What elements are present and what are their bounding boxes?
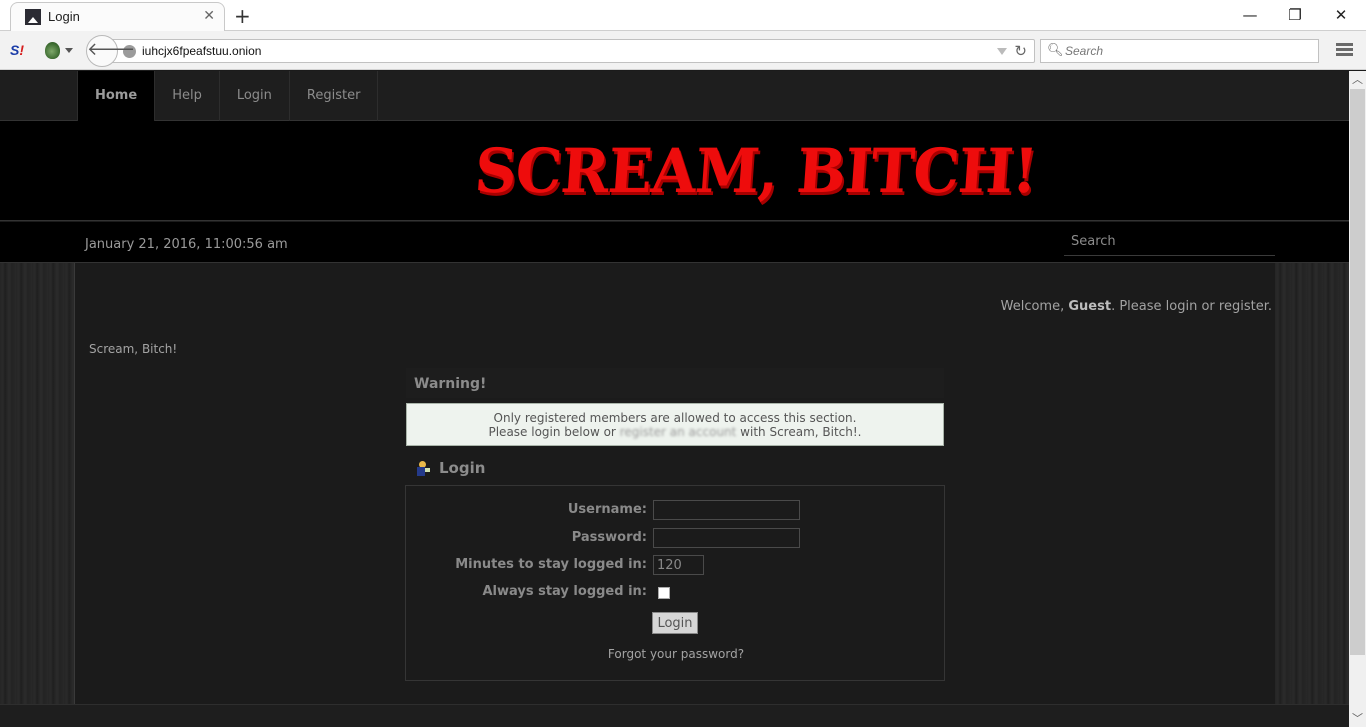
web-page: Home Help Login Register SCREAM, BITCH! … (0, 71, 1349, 727)
password-label: Password: (571, 530, 647, 545)
username-input[interactable] (653, 500, 800, 520)
welcome-or: or (1197, 299, 1219, 314)
nav-login[interactable]: Login (220, 71, 290, 121)
welcome-message: Welcome, Guest. Please login or register… (1001, 299, 1272, 314)
site-banner: SCREAM, BITCH! (0, 121, 1349, 221)
browser-search-placeholder: Search (1065, 44, 1104, 58)
forgot-password-link[interactable]: Forgot your password? (406, 647, 946, 661)
login-submit-button[interactable]: Login (652, 612, 698, 634)
main-content: Welcome, Guest. Please login or register… (76, 263, 1275, 704)
nav-help[interactable]: Help (155, 71, 220, 121)
password-row: Password: (406, 528, 946, 550)
welcome-middle: . Please (1111, 299, 1166, 314)
minutes-label: Minutes to stay logged in: (455, 557, 647, 572)
addon-s-icon[interactable]: S! (10, 42, 24, 58)
scroll-up-chevron-icon[interactable]: ︿ (1349, 71, 1366, 88)
site-logo[interactable]: SCREAM, BITCH! (471, 121, 1040, 222)
login-user-icon (415, 460, 431, 478)
page-footer (0, 704, 1349, 727)
site-search-input[interactable] (1064, 228, 1275, 256)
scroll-down-chevron-icon[interactable]: ﹀ (1349, 710, 1366, 727)
minutes-row: Minutes to stay logged in: (406, 555, 946, 577)
nav-home[interactable]: Home (77, 71, 156, 121)
guest-name: Guest (1068, 299, 1112, 314)
site-favicon-icon (25, 9, 41, 25)
reload-icon[interactable]: ↻ (1014, 42, 1027, 60)
url-bar[interactable]: iuhcjx6fpeafstuu.onion ↻ (108, 39, 1035, 63)
right-wood-panel (1275, 263, 1349, 704)
warning-line1: Only registered members are allowed to a… (493, 411, 857, 425)
left-wood-panel (0, 263, 75, 704)
tab-title: Login (48, 9, 80, 24)
onion-icon (45, 42, 60, 59)
minutes-input[interactable] (653, 555, 704, 575)
always-logged-checkbox[interactable] (658, 587, 670, 599)
search-icon: 🔍︎ (1047, 43, 1064, 58)
site-nav: Home Help Login Register (0, 71, 1349, 121)
tab-close-icon[interactable]: ✕ (203, 8, 215, 24)
browser-tab[interactable]: Login ✕ (10, 2, 225, 32)
tor-onion-button[interactable] (43, 41, 73, 61)
browser-toolbar: S! 🡐 iuhcjx6fpeafstuu.onion ↻ 🔍︎ Search (0, 31, 1366, 70)
info-bar: January 21, 2016, 11:00:56 am (0, 222, 1349, 263)
username-row: Username: (406, 500, 946, 522)
current-date: January 21, 2016, 11:00:56 am (85, 237, 288, 252)
warning-title: Warning! (406, 368, 944, 398)
new-tab-plus-icon[interactable]: + (234, 4, 251, 28)
login-header: Login (406, 455, 944, 485)
scroll-thumb[interactable] (1350, 89, 1365, 655)
login-title: Login (439, 459, 486, 477)
dropdown-arrow-icon (65, 48, 73, 53)
menu-hamburger-icon[interactable] (1336, 43, 1353, 57)
browser-search-bar[interactable]: 🔍︎ Search (1040, 39, 1319, 63)
nav-register[interactable]: Register (290, 71, 379, 121)
welcome-prefix: Welcome, (1000, 299, 1069, 314)
always-logged-row: Always stay logged in: (406, 582, 946, 604)
password-input[interactable] (653, 528, 800, 548)
register-account-link[interactable]: register an account (620, 425, 737, 439)
url-history-dropdown-icon[interactable] (997, 48, 1007, 55)
browser-titlebar: Login ✕ + — ❐ ✕ (0, 0, 1366, 32)
warning-line2-suffix: with Scream, Bitch!. (736, 425, 862, 439)
welcome-login-link[interactable]: login (1166, 299, 1198, 314)
warning-line2: Please login below or register an accoun… (407, 425, 943, 439)
back-arrow-icon: 🡐 (87, 39, 136, 60)
welcome-register-link[interactable]: register (1219, 299, 1268, 314)
site-name: Scream, Bitch! (89, 342, 178, 356)
minimize-button[interactable]: — (1227, 4, 1273, 26)
page-scrollbar[interactable]: ︿ ﹀ (1349, 71, 1366, 727)
restore-button[interactable]: ❐ (1272, 4, 1318, 26)
close-window-button[interactable]: ✕ (1318, 4, 1364, 26)
warning-notice: Only registered members are allowed to a… (406, 403, 944, 446)
back-button[interactable]: 🡐 (86, 35, 135, 67)
username-label: Username: (567, 502, 647, 517)
always-logged-label: Always stay logged in: (482, 584, 647, 599)
warning-line2-prefix: Please login below or (488, 425, 620, 439)
welcome-suffix: . (1267, 299, 1272, 314)
login-form: Username: Password: Minutes to stay logg… (405, 485, 945, 681)
url-text[interactable]: iuhcjx6fpeafstuu.onion (142, 44, 261, 58)
